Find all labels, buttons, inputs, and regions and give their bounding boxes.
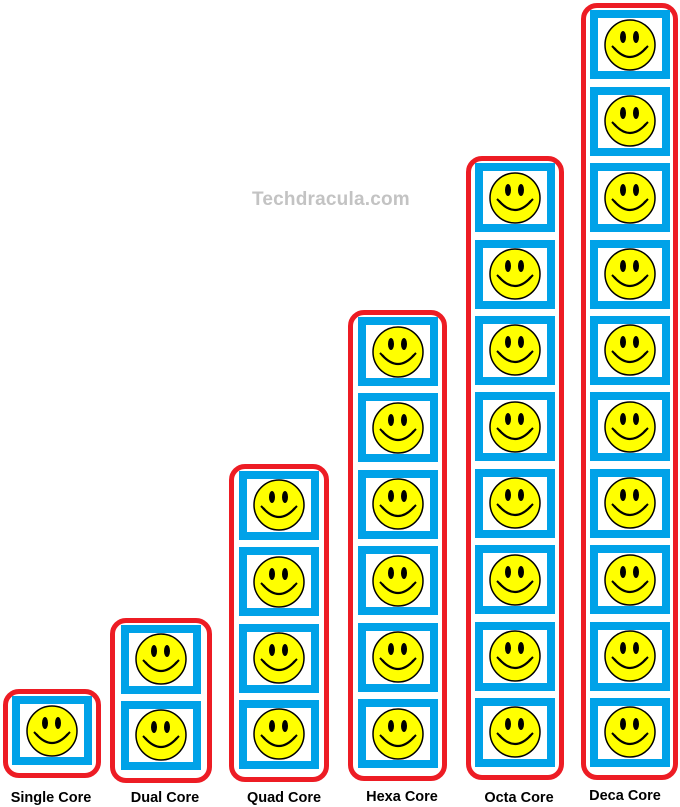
smiley-face-icon: [26, 704, 78, 757]
smiley-face-icon: [372, 325, 424, 378]
core-box: [121, 624, 201, 694]
core-box: [239, 547, 319, 617]
watermark-text: Techdracula.com: [252, 189, 410, 210]
smiley-face-icon: [489, 706, 541, 759]
smiley-face-icon: [372, 707, 424, 760]
core-group-quad-core: [229, 463, 329, 782]
smiley-face-icon: [604, 477, 656, 530]
core-box: [121, 700, 201, 770]
smiley-face-icon: [604, 324, 656, 377]
core-box: [239, 699, 319, 769]
group-label: Quad Core: [246, 790, 322, 806]
core-box: [239, 623, 319, 693]
core-box: [358, 622, 438, 692]
smiley-face-icon: [372, 631, 424, 683]
core-box: [590, 163, 670, 233]
smiley-face-icon: [604, 630, 656, 682]
smiley-face-icon: [489, 324, 541, 377]
smiley-face-icon: [135, 633, 187, 685]
core-box: [475, 239, 555, 309]
group-label: Dual Core: [130, 790, 200, 806]
smiley-face-icon: [372, 478, 424, 531]
smiley-face-icon: [253, 479, 305, 532]
smiley-face-icon: [253, 708, 305, 761]
smiley-face-icon: [489, 171, 541, 224]
smiley-face-icon: [604, 95, 656, 148]
smiley-face-icon: [372, 554, 424, 607]
smiley-face-icon: [604, 248, 656, 300]
core-box: [475, 315, 555, 385]
smiley-face-icon: [604, 706, 656, 759]
core-box: [590, 392, 670, 462]
core-box: [590, 10, 670, 80]
core-group-dual-core: [110, 617, 212, 783]
core-box: [358, 469, 438, 539]
group-label: Hexa Core: [366, 789, 438, 805]
core-group-hexa-core: [348, 310, 447, 781]
core-box: [590, 468, 670, 538]
core-box: [590, 239, 670, 309]
core-box: [239, 470, 319, 540]
smiley-face-icon: [604, 19, 656, 71]
smiley-face-icon: [489, 477, 541, 530]
smiley-face-icon: [135, 709, 187, 762]
core-box: [475, 163, 555, 233]
core-group-deca-core: [581, 3, 678, 780]
core-box: [12, 696, 92, 765]
group-label: Deca Core: [589, 788, 661, 804]
core-box: [475, 697, 555, 767]
core-box: [475, 621, 555, 691]
core-box: [475, 468, 555, 538]
smiley-face-icon: [604, 553, 656, 606]
smiley-face-icon: [253, 555, 305, 608]
core-group-single-core: [3, 689, 101, 778]
core-box: [358, 546, 438, 616]
core-box: [590, 315, 670, 385]
smiley-face-icon: [489, 248, 541, 300]
core-box: [358, 317, 438, 386]
group-label: Octa Core: [484, 790, 554, 806]
group-label: Single Core: [10, 790, 92, 806]
smiley-face-icon: [604, 401, 656, 453]
core-box: [358, 393, 438, 463]
core-group-octa-core: [466, 156, 564, 780]
smiley-face-icon: [489, 553, 541, 606]
core-box: [590, 545, 670, 615]
core-box: [590, 697, 670, 767]
core-box: [475, 545, 555, 615]
core-box: [358, 699, 438, 768]
smiley-face-icon: [489, 401, 541, 453]
core-box: [475, 392, 555, 462]
smiley-face-icon: [253, 632, 305, 684]
smiley-face-icon: [372, 402, 424, 454]
smiley-face-icon: [489, 630, 541, 682]
core-box: [590, 621, 670, 691]
core-box: [590, 86, 670, 156]
smiley-face-icon: [604, 171, 656, 224]
